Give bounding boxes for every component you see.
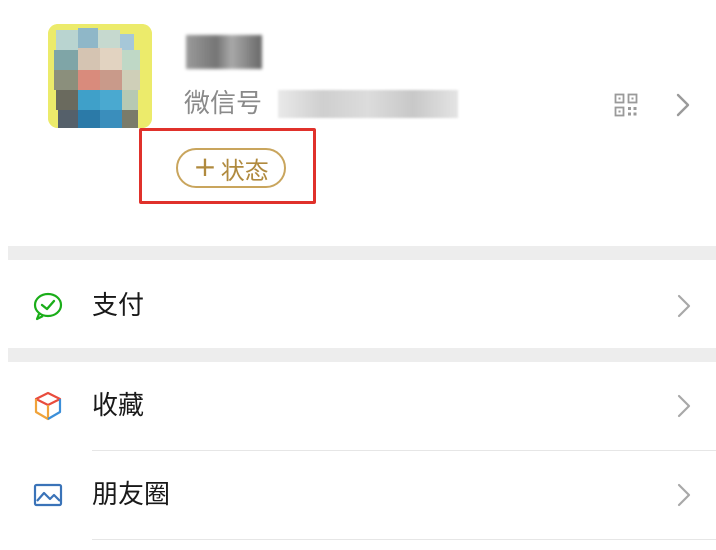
menu-item-moments[interactable]: 朋友圈 xyxy=(0,451,716,539)
nickname-redacted xyxy=(186,35,262,69)
menu-item-pay[interactable]: 支付 xyxy=(0,262,716,350)
favorites-cube-icon xyxy=(34,391,62,421)
pay-icon xyxy=(33,292,63,321)
avatar[interactable] xyxy=(48,24,152,128)
row-divider xyxy=(92,539,716,540)
chevron-right-icon xyxy=(677,294,691,318)
qr-code-icon[interactable] xyxy=(614,93,638,117)
wechat-id-label: 微信号 xyxy=(184,89,263,119)
plus-icon: + xyxy=(193,150,217,183)
add-status-button[interactable]: + 状态 xyxy=(176,148,286,188)
moments-picture-icon xyxy=(33,483,63,507)
section-separator xyxy=(8,348,716,362)
section-separator xyxy=(8,246,716,260)
menu-item-label: 朋友圈 xyxy=(92,480,171,510)
status-label: 状态 xyxy=(220,156,269,185)
chevron-right-icon xyxy=(677,394,691,418)
profile-header[interactable]: 微信号 + 状态 xyxy=(0,0,716,246)
wechat-id-redacted xyxy=(278,90,458,118)
menu-item-favorites[interactable]: 收藏 xyxy=(0,362,716,450)
menu-item-label: 支付 xyxy=(92,291,145,321)
chevron-right-icon xyxy=(676,93,690,117)
menu-item-label: 收藏 xyxy=(92,391,145,421)
chevron-right-icon xyxy=(677,483,691,507)
